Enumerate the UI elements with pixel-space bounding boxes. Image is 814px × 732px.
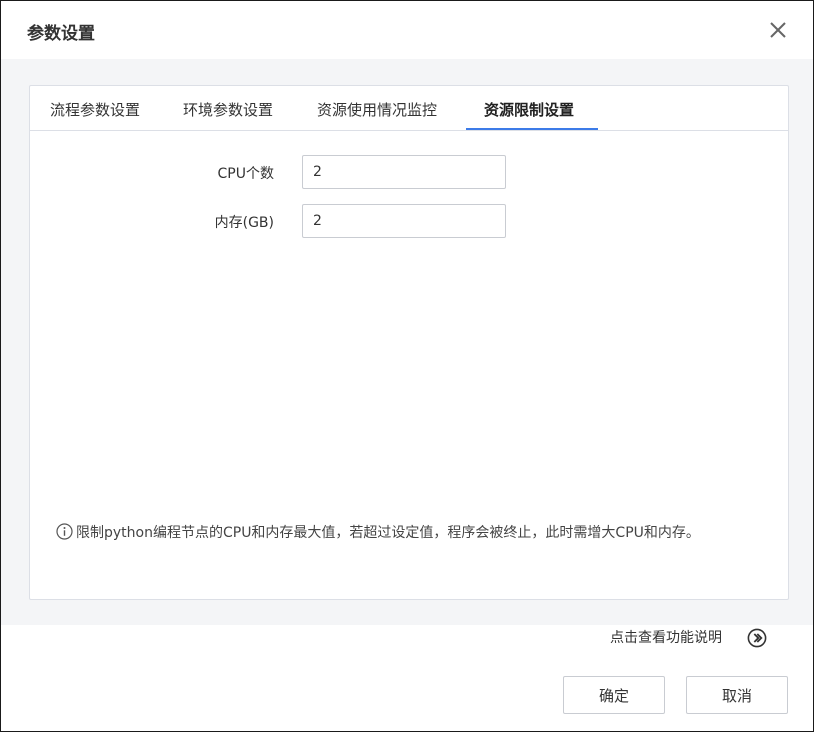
confirm-button[interactable]: 确定 bbox=[563, 676, 665, 714]
tab-environment-params[interactable]: 环境参数设置 bbox=[183, 99, 273, 120]
parameter-settings-dialog: 参数设置 流程参数设置 环境参数设置 资源使用情况监控 资源限制设置 CPU个数… bbox=[0, 0, 814, 732]
help-arrow-button[interactable] bbox=[747, 628, 767, 648]
cpu-count-label: CPU个数 bbox=[217, 166, 274, 182]
memory-label: 内存(GB) bbox=[214, 215, 274, 231]
dialog-titlebar: 参数设置 bbox=[1, 1, 813, 59]
info-icon bbox=[56, 523, 73, 540]
chevron-right-circle-icon bbox=[747, 628, 767, 648]
cancel-button[interactable]: 取消 bbox=[686, 676, 788, 714]
tab-bar: 流程参数设置 环境参数设置 资源使用情况监控 资源限制设置 bbox=[30, 86, 788, 131]
settings-panel: 流程参数设置 环境参数设置 资源使用情况监控 资源限制设置 CPU个数 内存(G… bbox=[29, 85, 789, 600]
tab-resource-monitoring[interactable]: 资源使用情况监控 bbox=[317, 99, 437, 120]
close-icon bbox=[770, 22, 786, 38]
view-help-link[interactable]: 点击查看功能说明 bbox=[610, 627, 722, 647]
active-tab-indicator bbox=[466, 128, 598, 130]
limit-hint: 限制python编程节点的CPU和内存最大值，若超过设定值，程序会被终止，此时需… bbox=[56, 522, 768, 544]
tab-resource-limits[interactable]: 资源限制设置 bbox=[484, 99, 574, 120]
hint-text: 限制python编程节点的CPU和内存最大值，若超过设定值，程序会被终止，此时需… bbox=[76, 525, 700, 541]
dialog-title: 参数设置 bbox=[27, 24, 95, 44]
close-button[interactable] bbox=[767, 19, 789, 41]
tab-process-params[interactable]: 流程参数设置 bbox=[50, 99, 140, 120]
cpu-count-input[interactable] bbox=[302, 155, 506, 189]
memory-input[interactable] bbox=[302, 204, 506, 238]
dialog-body: 流程参数设置 环境参数设置 资源使用情况监控 资源限制设置 CPU个数 内存(G… bbox=[1, 59, 813, 625]
